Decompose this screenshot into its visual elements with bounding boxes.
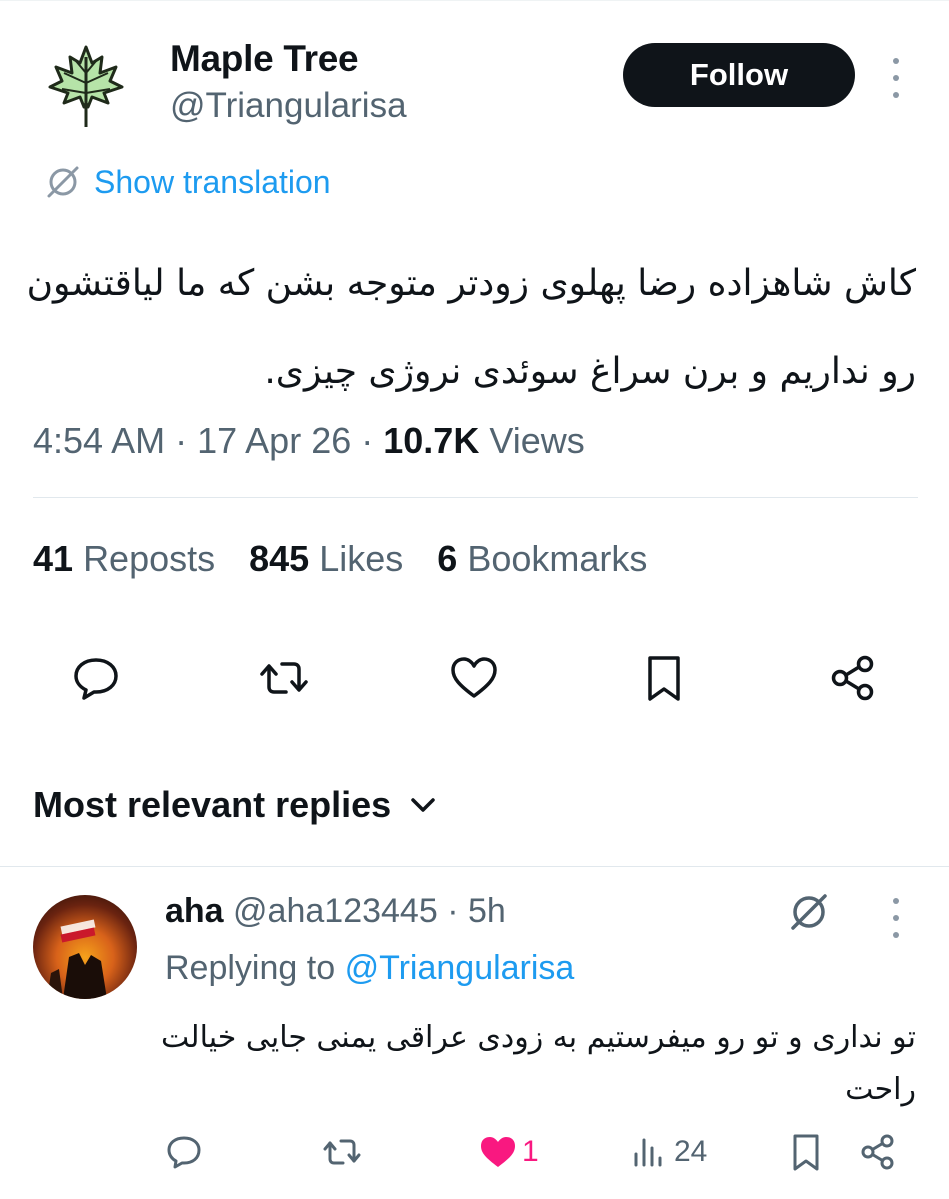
reply-author-name[interactable]: aha — [165, 892, 224, 930]
reply-avatar[interactable] — [33, 895, 137, 999]
reply-icon — [167, 1136, 201, 1169]
like-button[interactable] — [448, 652, 500, 704]
reply-action-bar: 1 24 — [0, 1132, 949, 1176]
reply-text: تو نداری و تو رو میفرستیم به زودی عراقی … — [160, 1020, 916, 1107]
likes-count: 845 — [249, 538, 310, 579]
reply-author-handle[interactable]: @aha123445 — [233, 892, 438, 930]
reply-likes-count: 1 — [522, 1135, 539, 1168]
repost-button[interactable] — [258, 652, 310, 704]
author-name[interactable]: Maple Tree — [170, 38, 359, 80]
bookmark-icon — [793, 1134, 819, 1171]
reply-icon — [74, 658, 118, 700]
meta-separator: · — [361, 420, 384, 461]
tweet-action-bar — [0, 652, 949, 704]
divider — [33, 497, 918, 498]
reply-header: aha @aha123445 · 5h — [165, 892, 506, 931]
share-icon — [861, 1134, 894, 1170]
tweet-stats: 41 Reposts 845 Likes 6 Bookmarks — [33, 538, 681, 580]
maple-leaf-icon — [48, 45, 124, 127]
reply-button[interactable] — [70, 652, 122, 704]
reply-bookmark-button[interactable] — [786, 1132, 826, 1172]
replying-to-label: Replying to — [165, 949, 336, 987]
reposts-stat[interactable]: 41 Reposts — [33, 538, 215, 580]
heart-icon — [481, 1137, 515, 1167]
tweet-time[interactable]: 4:54 AM — [33, 420, 165, 461]
reply-views-button[interactable]: 24 — [630, 1132, 707, 1172]
protest-photo-icon — [47, 919, 107, 999]
repost-icon — [260, 662, 308, 694]
tweet-text: کاش شاهزاده رضا پهلوی زودتر متوجه بشن که… — [26, 263, 916, 392]
heart-icon — [451, 657, 497, 698]
reply-reply-button[interactable] — [164, 1132, 204, 1172]
bookmarks-count: 6 — [437, 538, 458, 579]
share-button[interactable] — [827, 652, 879, 704]
reply-like-button[interactable]: 1 — [478, 1132, 539, 1172]
replying-to-mention[interactable]: @Triangularisa — [345, 949, 575, 987]
translate-icon[interactable] — [787, 890, 831, 934]
repost-icon — [323, 1139, 361, 1165]
follow-button[interactable]: Follow — [623, 43, 855, 107]
show-translation-link[interactable]: Show translation — [44, 163, 331, 201]
share-icon — [831, 655, 874, 701]
show-translation-label: Show translation — [94, 163, 331, 200]
meta-separator: · — [175, 420, 198, 461]
reply-time[interactable]: 5h — [468, 892, 506, 930]
views-icon — [634, 1138, 662, 1167]
reply-views-count: 24 — [674, 1135, 708, 1168]
more-icon[interactable] — [882, 58, 910, 98]
top-border — [0, 0, 949, 1]
reply-share-button[interactable] — [858, 1132, 898, 1172]
reposts-label: Reposts — [83, 538, 216, 579]
bookmarks-label: Bookmarks — [467, 538, 648, 579]
divider — [0, 866, 949, 867]
likes-label: Likes — [319, 538, 404, 579]
replies-sort-label: Most relevant replies — [33, 784, 392, 825]
bookmarks-stat[interactable]: 6 Bookmarks — [437, 538, 647, 580]
author-handle[interactable]: @Triangularisa — [170, 86, 407, 126]
views-count: 10.7K — [383, 420, 480, 461]
meta-separator: · — [447, 892, 468, 930]
chevron-down-icon — [411, 798, 435, 812]
more-icon[interactable] — [882, 898, 910, 938]
bookmark-icon — [648, 656, 680, 701]
tweet-meta: 4:54 AM · 17 Apr 26 · 10.7K Views — [33, 420, 585, 462]
translate-icon — [47, 166, 79, 198]
bookmark-button[interactable] — [638, 652, 690, 704]
replies-sort-dropdown[interactable]: Most relevant replies — [33, 784, 439, 826]
reply-repost-button[interactable] — [322, 1132, 362, 1172]
reposts-count: 41 — [33, 538, 74, 579]
author-avatar[interactable] — [40, 40, 132, 132]
tweet-date[interactable]: 17 Apr 26 — [197, 420, 351, 461]
views-label: Views — [489, 420, 585, 461]
likes-stat[interactable]: 845 Likes — [249, 538, 403, 580]
replying-to: Replying to @Triangularisa — [165, 949, 574, 988]
